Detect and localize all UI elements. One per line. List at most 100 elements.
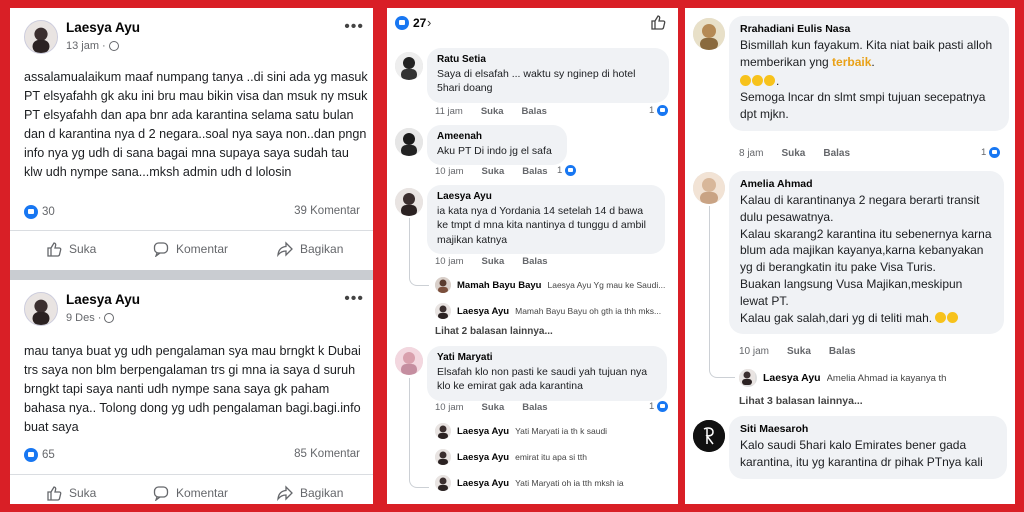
post-actions: Suka Komentar Bagikan	[10, 474, 373, 504]
like-reaction-icon	[24, 205, 38, 219]
comment-time[interactable]: 8 jam	[739, 148, 763, 159]
post-time[interactable]: 13 jam	[66, 40, 99, 52]
commenter-name[interactable]: Laesya Ayu	[437, 191, 655, 202]
emoji-icon	[935, 311, 947, 323]
reply-link[interactable]: Balas	[522, 402, 547, 413]
chevron-right-icon[interactable]: ›	[427, 15, 431, 30]
comment-reactions[interactable]: 1	[981, 147, 1001, 158]
comment-bubble: Ratu Setia Saya di elsafah ... waktu sy …	[427, 48, 669, 103]
commenter-avatar[interactable]	[395, 347, 423, 375]
reply-link[interactable]: Balas	[522, 256, 547, 267]
comment-reactions[interactable]: 1	[557, 165, 577, 176]
comment-text: ia kata nya d Yordania 14 setelah 14 d b…	[437, 205, 646, 246]
like-link[interactable]: Suka	[481, 106, 504, 117]
comment-time[interactable]: 10 jam	[435, 256, 464, 267]
more-options-icon[interactable]: •••	[344, 291, 364, 307]
reply-link[interactable]: Balas	[823, 148, 850, 159]
author-name[interactable]: Laesya Ayu	[66, 20, 140, 35]
reply-link[interactable]: Balas	[829, 346, 856, 357]
comment-button[interactable]: Komentar	[153, 485, 228, 501]
reply-item[interactable]: Laesya Ayu Mamah Bayu Bayu oh gth ia thh…	[435, 303, 673, 319]
comment-count[interactable]: 85 Komentar	[294, 448, 360, 460]
reply-link[interactable]: Balas	[522, 106, 547, 117]
share-button[interactable]: Bagikan	[277, 485, 343, 501]
thumbs-up-icon	[46, 241, 62, 257]
comment-bubble: Laesya Ayu ia kata nya d Yordania 14 set…	[427, 185, 665, 255]
thumbs-up-icon[interactable]	[650, 14, 666, 30]
commenter-name[interactable]: Ameenah	[437, 131, 557, 142]
commenter-avatar[interactable]	[395, 128, 423, 156]
commenter-avatar[interactable]	[693, 420, 725, 452]
comment-time[interactable]: 10 jam	[435, 166, 464, 177]
thread-connector	[409, 218, 429, 286]
like-button[interactable]: Suka	[46, 241, 96, 257]
comment-count[interactable]: 39 Komentar	[294, 205, 360, 217]
like-count[interactable]: 65	[24, 448, 55, 462]
author-avatar[interactable]	[24, 292, 58, 326]
post-meta: 13 jam ·	[66, 40, 119, 52]
like-link[interactable]: Suka	[787, 346, 811, 357]
commenter-name[interactable]: Yati Maryati	[437, 352, 657, 363]
replier-avatar	[435, 303, 451, 319]
replier-name[interactable]: Laesya Ayu	[763, 372, 821, 384]
comment-time[interactable]: 10 jam	[739, 346, 769, 357]
share-button[interactable]: Bagikan	[277, 241, 343, 257]
replier-name[interactable]: Laesya Ayu	[457, 478, 509, 489]
reaction-summary[interactable]: 27	[395, 16, 426, 30]
like-link[interactable]: Suka	[781, 148, 805, 159]
like-button[interactable]: Suka	[46, 485, 96, 501]
comment-text: Kalau di karantinanya 2 negara berarti t…	[740, 193, 980, 224]
replier-avatar	[739, 369, 757, 387]
like-count[interactable]: 30	[24, 205, 55, 219]
replier-name[interactable]: Mamah Bayu Bayu	[457, 280, 541, 291]
commenter-name[interactable]: Amelia Ahmad	[740, 178, 993, 190]
emoji-icon	[764, 74, 775, 86]
comment-time[interactable]: 11 jam	[435, 106, 463, 117]
reply-item[interactable]: Laesya Ayu Amelia Ahmad ia kayanya th	[739, 369, 1009, 387]
comment-meta: 10 jam Suka Balas	[435, 402, 548, 413]
commenter-name[interactable]: Siti Maesaroh	[740, 423, 996, 435]
reply-item[interactable]: Laesya Ayu Yati Maryati ia th k saudi	[435, 423, 673, 439]
comment-meta: 11 jam Suka Balas	[435, 106, 547, 117]
commenter-avatar[interactable]	[395, 188, 423, 216]
post-stats: 65 85 Komentar	[24, 448, 360, 464]
replier-avatar	[435, 423, 451, 439]
replier-name[interactable]: Laesya Ayu	[457, 426, 509, 437]
commenter-name[interactable]: Rrahadiani Eulis Nasa	[740, 23, 998, 35]
comment-bubble: Ameenah Aku PT Di indo jg el safa	[427, 125, 567, 166]
commenter-avatar[interactable]	[693, 18, 725, 50]
reply-text: Yati Maryati ia th k saudi	[515, 426, 608, 436]
reply-text: Yati Maryati oh ia tth mksh ia	[515, 478, 624, 488]
reply-link[interactable]: Balas	[522, 166, 547, 177]
replier-name[interactable]: Laesya Ayu	[457, 306, 509, 317]
reply-item[interactable]: Mamah Bayu Bayu Laesya Ayu Yg mau ke Sau…	[435, 277, 673, 293]
author-name[interactable]: Laesya Ayu	[66, 292, 140, 307]
comment-text: Bismillah kun fayakum. Kita niat baik pa…	[740, 38, 993, 69]
comment-button[interactable]: Komentar	[153, 241, 228, 257]
like-link[interactable]: Suka	[482, 402, 505, 413]
reactions-header: 27 ›	[387, 8, 678, 40]
view-more-replies-link[interactable]: Lihat 2 balasan lainnya...	[435, 326, 553, 337]
view-more-replies-link[interactable]: Lihat 3 balasan lainnya...	[739, 395, 863, 407]
reply-item[interactable]: Laesya Ayu emirat itu apa si tth	[435, 449, 673, 465]
comment-time[interactable]: 10 jam	[435, 402, 464, 413]
reply-text: Laesya Ayu Yg mau ke Saudi...	[547, 280, 666, 290]
commenter-avatar[interactable]	[395, 52, 423, 80]
commenter-name[interactable]: Ratu Setia	[437, 54, 659, 65]
author-avatar[interactable]	[24, 20, 58, 54]
commenter-avatar[interactable]	[693, 172, 725, 204]
globe-icon	[104, 313, 115, 323]
reply-item[interactable]: Laesya Ayu Yati Maryati oh ia tth mksh i…	[435, 475, 673, 491]
comment-reactions[interactable]: 1	[649, 105, 669, 116]
like-link[interactable]: Suka	[482, 166, 505, 177]
comment-reactions[interactable]: 1	[649, 401, 669, 412]
comment-meta: 8 jam Suka Balas	[739, 148, 850, 159]
comment-text: Buakan langsung Vusa Majikan,meskipun le…	[740, 276, 963, 308]
replier-name[interactable]: Laesya Ayu	[457, 452, 509, 463]
post-card: Laesya Ayu 13 jam · ••• assalamualaikum …	[10, 8, 373, 270]
more-options-icon[interactable]: •••	[344, 19, 364, 35]
post-text: mau tanya buat yg udh pengalaman sya mau…	[24, 344, 361, 434]
post-time[interactable]: 9 Des	[66, 312, 95, 324]
comment-icon	[153, 485, 169, 501]
like-link[interactable]: Suka	[482, 256, 505, 267]
